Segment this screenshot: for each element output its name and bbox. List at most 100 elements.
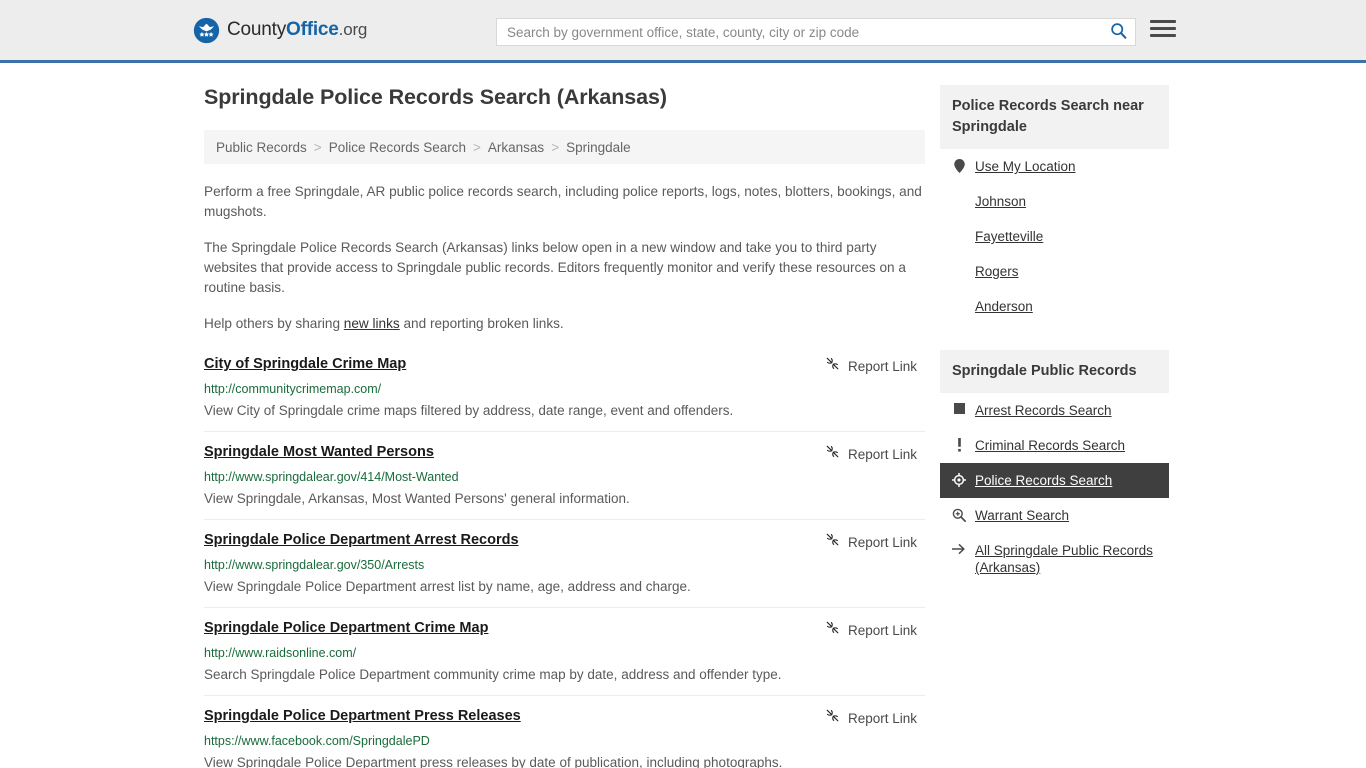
- new-links-link[interactable]: new links: [344, 316, 400, 331]
- report-link-label: Report Link: [847, 534, 917, 550]
- result-description: Search Springdale Police Department comm…: [204, 667, 782, 682]
- results-list: City of Springdale Crime Map Report Link h…: [204, 352, 925, 768]
- result-description: View Springdale Police Department press …: [204, 755, 783, 768]
- broken-link-icon: [825, 620, 840, 640]
- result-title-link[interactable]: Springdale Police Department Press Relea…: [204, 708, 521, 724]
- intro-p3-after: and reporting broken links.: [399, 316, 564, 331]
- sidebar-item-criminal-records-search[interactable]: Criminal Records Search: [940, 428, 1169, 463]
- result-header: Springdale Police Department Press Relea…: [204, 708, 925, 728]
- public-records-panel-heading: Springdale Public Records: [940, 350, 1169, 393]
- sidebar-item-label[interactable]: Anderson: [975, 298, 1033, 315]
- site-logo[interactable]: CountyOffice.org: [193, 17, 367, 44]
- sidebar-item-label[interactable]: Use My Location: [975, 158, 1076, 175]
- sidebar-item-johnson[interactable]: Johnson: [940, 184, 1169, 219]
- report-link-label: Report Link: [847, 710, 917, 726]
- square-icon: [952, 403, 966, 414]
- broken-link-icon: [825, 356, 840, 376]
- result-description: View City of Springdale crime maps filte…: [204, 403, 734, 418]
- report-link-label: Report Link: [847, 358, 917, 374]
- result-url[interactable]: https://www.facebook.com/SpringdalePD: [204, 734, 925, 748]
- result-item: City of Springdale Crime Map Report Link h…: [204, 352, 925, 431]
- breadcrumb-item-arkansas[interactable]: Arkansas: [488, 140, 544, 155]
- sidebar-item-police-records-search[interactable]: Police Records Search: [940, 463, 1169, 498]
- result-url[interactable]: http://communitycrimemap.com/: [204, 382, 925, 396]
- result-title-link[interactable]: City of Springdale Crime Map: [204, 356, 406, 372]
- eagle-seal-icon: [193, 17, 220, 44]
- sidebar-item-label[interactable]: Rogers: [975, 263, 1019, 280]
- sidebar-item-fayetteville[interactable]: Fayetteville: [940, 219, 1169, 254]
- sidebar-item-warrant-search[interactable]: Warrant Search: [940, 498, 1169, 533]
- report-link-label: Report Link: [847, 622, 917, 638]
- sidebar-item-label[interactable]: Arrest Records Search: [975, 402, 1112, 419]
- result-item: Springdale Police Department Crime Map Re…: [204, 607, 925, 695]
- report-link-button[interactable]: Report Link: [825, 620, 925, 640]
- result-description: View Springdale Police Department arrest…: [204, 579, 691, 594]
- search-input[interactable]: [497, 24, 1101, 40]
- result-header: City of Springdale Crime Map Report Link: [204, 356, 925, 376]
- breadcrumb-item-public-records[interactable]: Public Records: [216, 140, 307, 155]
- intro-paragraph-1: Perform a free Springdale, AR public pol…: [204, 184, 922, 219]
- broken-link-icon: [825, 444, 840, 464]
- hamburger-menu-icon[interactable]: [1150, 20, 1176, 37]
- breadcrumb-item-springdale: Springdale: [566, 139, 631, 155]
- sidebar-item-label[interactable]: Warrant Search: [975, 507, 1069, 524]
- result-title-link[interactable]: Springdale Most Wanted Persons: [204, 444, 434, 460]
- report-link-button[interactable]: Report Link: [825, 444, 925, 464]
- sidebar-item-label[interactable]: Police Records Search: [975, 472, 1112, 489]
- result-title-link[interactable]: Springdale Police Department Arrest Reco…: [204, 532, 519, 548]
- public-records-list: Arrest Records Search Criminal Records Se…: [940, 393, 1169, 585]
- breadcrumb-separator: >: [313, 139, 322, 155]
- search-icon: [1110, 22, 1127, 42]
- page-body: Springdale Police Records Search (Arkans…: [0, 63, 1366, 768]
- report-link-label: Report Link: [847, 446, 917, 462]
- arrow-right-icon: [952, 543, 966, 555]
- result-url[interactable]: http://www.springdalear.gov/414/Most-Wan…: [204, 470, 925, 484]
- exclamation-icon: [952, 438, 966, 452]
- report-link-button[interactable]: Report Link: [825, 532, 925, 552]
- sidebar-item-arrest-records-search[interactable]: Arrest Records Search: [940, 393, 1169, 428]
- search-button[interactable]: [1101, 19, 1135, 45]
- sidebar-item-anderson[interactable]: Anderson: [940, 289, 1169, 324]
- result-header: Springdale Most Wanted Persons Report Lin…: [204, 444, 925, 464]
- result-header: Springdale Police Department Arrest Reco…: [204, 532, 925, 552]
- intro-paragraph-2: The Springdale Police Records Search (Ar…: [204, 240, 906, 295]
- breadcrumb-item-police-records-search[interactable]: Police Records Search: [329, 140, 466, 155]
- sidebar-item-all-springdale-public-records-arkansas[interactable]: All Springdale Public Records (Arkansas): [940, 533, 1169, 585]
- sidebar-item-label[interactable]: All Springdale Public Records (Arkansas): [975, 542, 1157, 576]
- breadcrumb: Public Records > Police Records Search >…: [204, 130, 925, 164]
- crosshair-icon: [952, 473, 966, 487]
- sidebar-item-label[interactable]: Fayetteville: [975, 228, 1043, 245]
- result-url[interactable]: http://www.springdalear.gov/350/Arrests: [204, 558, 925, 572]
- page-title: Springdale Police Records Search (Arkans…: [204, 85, 667, 109]
- result-title-link[interactable]: Springdale Police Department Crime Map: [204, 620, 488, 636]
- logo-text-org: .org: [338, 20, 368, 39]
- sidebar: Police Records Search near Springdale Us…: [940, 85, 1169, 611]
- intro-p3-before: Help others by sharing: [204, 316, 344, 331]
- nearby-panel-heading: Police Records Search near Springdale: [940, 85, 1169, 149]
- broken-link-icon: [825, 708, 840, 728]
- map-pin-icon: [952, 159, 966, 173]
- breadcrumb-separator: >: [551, 139, 560, 155]
- magnifier-plus-icon: [952, 508, 966, 522]
- logo-text-county: County: [227, 19, 287, 40]
- report-link-button[interactable]: Report Link: [825, 708, 925, 728]
- sidebar-item-label[interactable]: Criminal Records Search: [975, 437, 1125, 454]
- sidebar-item-rogers[interactable]: Rogers: [940, 254, 1169, 289]
- main-content: Springdale Police Records Search (Arkans…: [204, 85, 925, 768]
- result-item: Springdale Police Department Arrest Reco…: [204, 519, 925, 607]
- sidebar-item-label[interactable]: Johnson: [975, 193, 1026, 210]
- nearby-list: Use My Location Johnson Fayetteville Rogers…: [940, 149, 1169, 324]
- search-bar[interactable]: [496, 18, 1136, 46]
- report-link-button[interactable]: Report Link: [825, 356, 925, 376]
- result-url[interactable]: http://www.raidsonline.com/: [204, 646, 925, 660]
- result-item: Springdale Most Wanted Persons Report Lin…: [204, 431, 925, 519]
- breadcrumb-separator: >: [473, 139, 481, 155]
- logo-text-office: Office: [286, 19, 339, 40]
- sidebar-item-use-my-location[interactable]: Use My Location: [940, 149, 1169, 184]
- result-description: View Springdale, Arkansas, Most Wanted P…: [204, 491, 630, 506]
- result-header: Springdale Police Department Crime Map Re…: [204, 620, 925, 640]
- intro-paragraph-3: Help others by sharing new links and rep…: [204, 314, 925, 334]
- result-item: Springdale Police Department Press Relea…: [204, 695, 925, 768]
- site-header: CountyOffice.org: [0, 0, 1366, 63]
- logo-wordmark: CountyOffice.org: [227, 19, 367, 41]
